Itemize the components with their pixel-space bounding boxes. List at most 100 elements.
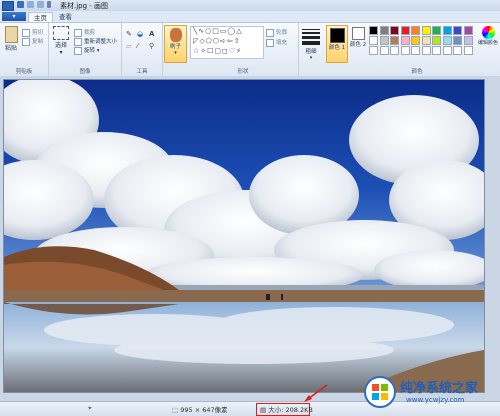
eraser-icon[interactable]: ▱ — [126, 43, 131, 50]
outline-button[interactable]: 轮廓 — [266, 28, 287, 37]
annotation-arrow — [304, 384, 328, 402]
watermark-url: www.ycwjzy.com — [406, 396, 465, 404]
copy-button[interactable]: 复制 — [22, 37, 43, 46]
fill-icon — [266, 38, 274, 47]
edit-colors-button[interactable]: 编辑颜色 — [476, 26, 500, 46]
palette-color-swatch[interactable] — [421, 26, 431, 35]
size-line-medium — [302, 32, 320, 34]
watermark-title: 纯净系统之家 — [400, 381, 479, 396]
shapes-row-1: ╲∿○□▭◯△ — [193, 27, 243, 35]
palette-color-swatch[interactable] — [421, 36, 431, 45]
dimensions-icon: ⬚ — [172, 406, 179, 414]
dimensions-text: 995 × 647像素 — [180, 406, 228, 414]
outline-label: 轮廓 — [276, 30, 288, 36]
canvas-image[interactable] — [3, 79, 485, 393]
custom-color-slot[interactable] — [369, 46, 378, 55]
quick-access-dropdown-icon[interactable] — [47, 1, 51, 8]
resize-button[interactable]: 重新调整大小 — [74, 37, 117, 46]
palette-color-swatch[interactable] — [379, 26, 389, 35]
custom-color-slot[interactable] — [421, 46, 431, 55]
magnifier-icon[interactable]: ⚲ — [149, 43, 154, 50]
palette-color-swatch[interactable] — [463, 36, 473, 45]
file-size-text: 大小: 208.2KB — [268, 406, 313, 414]
landscape-image — [4, 80, 484, 392]
colors-group: 颜色 1 颜色 2 编辑颜色 颜色 — [324, 23, 500, 76]
canvas-area[interactable] — [0, 76, 500, 401]
redo-icon[interactable] — [37, 1, 44, 8]
image-group: 选择 ▾ 裁剪 重新调整大小 旋转 ▾ 图像 — [49, 23, 122, 76]
palette-color-swatch[interactable] — [379, 36, 389, 45]
palette-color-swatch[interactable] — [453, 36, 462, 45]
tools-group-label: 工具 — [136, 69, 148, 75]
image-dimensions: ⬚ 995 × 647像素 — [172, 404, 228, 414]
custom-color-slot[interactable] — [400, 46, 410, 55]
shapes-group-label: 形状 — [237, 69, 249, 75]
custom-color-slot[interactable] — [432, 46, 441, 55]
crop-button[interactable]: 裁剪 — [74, 28, 95, 37]
fill-label: 填充 — [276, 40, 288, 46]
fill-bucket-icon[interactable]: ◒ — [137, 31, 143, 38]
shapes-gallery[interactable]: ╲∿○□▭◯△ ◸◇⬠⬡➪⇦⇧ ☆✧☐▢◻♡⚡ — [190, 26, 264, 59]
cut-button[interactable]: 剪切 — [22, 28, 43, 37]
color-picker-icon[interactable]: ⁄ — [137, 43, 138, 50]
brush-button[interactable]: 刷子 ▾ — [164, 25, 187, 63]
brush-dropdown-icon: ▾ — [174, 50, 177, 56]
custom-color-slot[interactable] — [463, 46, 473, 55]
fill-button[interactable]: 填充 — [266, 38, 287, 47]
copy-label: 复制 — [32, 39, 44, 45]
palette-color-swatch[interactable] — [400, 36, 410, 45]
undo-icon[interactable] — [27, 1, 34, 8]
custom-color-slot[interactable] — [411, 46, 420, 55]
size-dropdown-icon: ▾ — [309, 55, 313, 61]
pencil-icon[interactable]: ✎ — [126, 31, 132, 38]
palette-color-swatch[interactable] — [463, 26, 473, 35]
colors-group-label: 颜色 — [411, 69, 423, 75]
tools-group: ✎ ◒ A ▱ ⁄ ⚲ 工具 — [122, 23, 163, 76]
palette-color-swatch[interactable] — [453, 26, 462, 35]
size-button[interactable]: 粗细 ▾ — [302, 27, 320, 61]
tab-view[interactable]: 查看 — [54, 12, 77, 22]
color2-button[interactable]: 颜色 2 — [349, 25, 367, 48]
save-icon[interactable] — [17, 1, 24, 8]
palette-color-swatch[interactable] — [411, 26, 420, 35]
ribbon-tabs: ▾ 主页 查看 — [0, 11, 500, 23]
size-line-thick — [302, 36, 320, 39]
windows-logo-icon — [364, 376, 396, 408]
custom-color-slot[interactable] — [390, 46, 399, 55]
color1-label: 颜色 1 — [328, 45, 346, 51]
select-button[interactable]: 选择 ▾ — [51, 26, 71, 56]
paste-label: 粘贴 — [4, 45, 17, 52]
palette-color-swatch[interactable] — [411, 36, 420, 45]
palette-color-swatch[interactable] — [369, 26, 378, 35]
palette-color-swatch[interactable] — [442, 36, 452, 45]
resize-icon — [74, 37, 82, 46]
palette-color-swatch[interactable] — [400, 26, 410, 35]
palette-color-swatch[interactable] — [390, 26, 399, 35]
scissors-icon — [22, 28, 30, 37]
color1-button[interactable]: 颜色 1 — [326, 25, 348, 63]
copy-icon — [22, 37, 30, 46]
palette-color-swatch[interactable] — [369, 36, 378, 45]
custom-color-slot[interactable] — [379, 46, 389, 55]
paste-button[interactable]: 粘贴 — [3, 26, 19, 52]
rotate-button[interactable]: 旋转 ▾ — [74, 46, 100, 55]
palette-color-swatch[interactable] — [442, 26, 452, 35]
chevron-down-icon: ▾ — [59, 49, 63, 56]
palette-color-swatch[interactable] — [432, 26, 441, 35]
file-menu-button[interactable]: ▾ — [2, 12, 26, 21]
app-menu-button[interactable] — [2, 1, 14, 11]
text-tool-icon[interactable]: A — [149, 31, 154, 38]
cut-label: 剪切 — [32, 30, 44, 36]
palette-color-swatch[interactable] — [432, 36, 441, 45]
color2-swatch — [351, 27, 365, 40]
custom-color-slot[interactable] — [442, 46, 452, 55]
size-group: 粗细 ▾ — [299, 23, 323, 76]
crop-icon — [74, 28, 82, 37]
shapes-row-3: ☆✧☐▢◻♡⚡ — [193, 47, 243, 55]
custom-color-slot[interactable] — [453, 46, 462, 55]
select-icon — [53, 26, 69, 40]
paste-icon — [4, 26, 18, 43]
palette-color-swatch[interactable] — [390, 36, 399, 45]
size-line-thin — [302, 29, 320, 30]
ribbon: 粘贴 剪切 复制 剪贴板 选择 ▾ 裁剪 重新调整大小 旋转 ▾ 图像 ✎ ◒ … — [0, 22, 500, 77]
